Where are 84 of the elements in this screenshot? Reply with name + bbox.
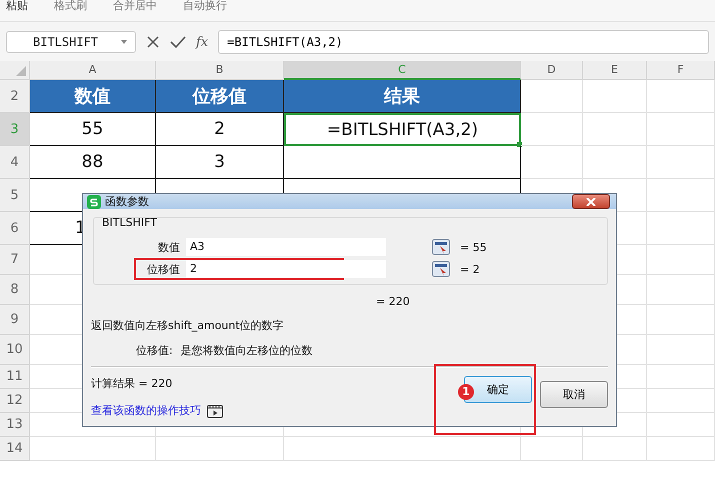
range-picker-icon[interactable] (432, 239, 450, 255)
row-header[interactable]: 6 (0, 212, 30, 245)
row-header[interactable]: 11 (0, 365, 30, 389)
row-header[interactable]: 8 (0, 275, 30, 305)
row-header[interactable]: 13 (0, 413, 30, 437)
function-button[interactable]: fx (196, 34, 208, 50)
column-header[interactable]: E (583, 61, 647, 80)
grid-cell[interactable] (647, 275, 715, 305)
table-cell[interactable]: 88 (30, 146, 156, 179)
grid-cell[interactable] (647, 305, 715, 335)
close-button[interactable] (572, 194, 610, 209)
argument-field[interactable]: 2 (186, 260, 386, 278)
table-cell[interactable]: 3 (156, 146, 284, 179)
function-description: 返回数值向左移shift_amount位的数字 (91, 318, 285, 333)
help-link[interactable]: 查看该函数的操作技巧 (91, 403, 201, 418)
grid-cell[interactable] (583, 146, 647, 179)
argument-label: 数值 (157, 240, 181, 254)
table-cell[interactable]: 结果 (284, 80, 521, 113)
table-cell[interactable]: 位移值 (156, 80, 284, 113)
argument-label: 位移值 (146, 262, 181, 276)
grid-cell[interactable] (521, 437, 583, 461)
row-header[interactable]: 5 (0, 179, 30, 212)
ribbon-button[interactable]: 格式刷 (54, 0, 87, 13)
row-header[interactable]: 7 (0, 245, 30, 275)
argument-description: 是您将数值向左移位的位数 (180, 343, 313, 358)
grid-cell[interactable] (647, 389, 715, 413)
formula-result: = 220 (376, 295, 411, 308)
argument-result: = 2 (460, 262, 480, 276)
argument-result: = 55 (460, 240, 487, 254)
column-header[interactable]: B (156, 61, 284, 80)
grid-cell[interactable] (647, 245, 715, 275)
row-header[interactable]: 4 (0, 146, 30, 179)
grid-cell[interactable] (647, 179, 715, 212)
fill-handle[interactable] (517, 142, 522, 147)
row-header[interactable]: 10 (0, 335, 30, 365)
select-all-icon[interactable] (16, 66, 26, 76)
table-cell[interactable] (284, 146, 521, 179)
ribbon-button[interactable]: 粘贴 (6, 0, 28, 13)
app-logo-icon[interactable] (87, 194, 101, 208)
row-header[interactable]: 14 (0, 437, 30, 461)
dialog-button[interactable]: 取消 (540, 381, 608, 408)
confirm-icon[interactable] (170, 35, 186, 49)
grid-cell[interactable] (647, 80, 715, 113)
video-icon[interactable] (207, 404, 223, 418)
argument-field[interactable]: A3 (186, 238, 386, 256)
cancel-icon[interactable] (146, 35, 160, 49)
grid-cell[interactable] (583, 80, 647, 113)
column-header[interactable]: A (30, 61, 156, 80)
grid-cell[interactable] (30, 437, 156, 461)
computed-result: 计算结果 = 220 (91, 376, 174, 391)
grid-cell[interactable] (583, 437, 647, 461)
grid-cell[interactable] (583, 113, 647, 146)
grid-cell[interactable] (647, 146, 715, 179)
grid-cell[interactable] (647, 413, 715, 437)
column-header[interactable]: F (647, 61, 715, 80)
grid-cell[interactable] (156, 437, 284, 461)
row-header[interactable]: 9 (0, 305, 30, 335)
formula-field[interactable]: =BITLSHIFT(A3,2) (218, 30, 709, 54)
grid-cell[interactable] (284, 437, 521, 461)
grid-cell[interactable] (521, 146, 583, 179)
function-name: BITLSHIFT (102, 216, 157, 229)
dropdown-caret-icon[interactable] (121, 40, 127, 44)
table-cell[interactable]: 数值 (30, 80, 156, 113)
grid-cell[interactable] (647, 335, 715, 365)
grid-cell[interactable] (521, 113, 583, 146)
ribbon-button[interactable]: 合并居中 (113, 0, 157, 13)
grid-cell[interactable] (647, 365, 715, 389)
grid-cell[interactable] (647, 212, 715, 245)
dialog-title: 函数参数 (105, 194, 150, 209)
step-badge: 1 (458, 384, 474, 400)
close-icon[interactable] (586, 198, 596, 206)
table-cell[interactable]: 2 (156, 113, 284, 146)
grid-cell[interactable] (647, 437, 715, 461)
ribbon-button[interactable]: 自动换行 (183, 0, 227, 13)
grid-cell[interactable] (521, 80, 583, 113)
column-header[interactable]: D (521, 61, 583, 80)
name-box[interactable]: BITLSHIFT (6, 31, 136, 53)
grid-cell[interactable] (647, 113, 715, 146)
row-header[interactable]: 12 (0, 389, 30, 413)
range-picker-icon[interactable] (432, 261, 450, 277)
table-cell[interactable]: 55 (30, 113, 156, 146)
table-cell[interactable]: =BITLSHIFT(A3,2) (284, 113, 521, 146)
row-header[interactable]: 2 (0, 80, 30, 113)
help-label: 位移值: (136, 343, 173, 358)
